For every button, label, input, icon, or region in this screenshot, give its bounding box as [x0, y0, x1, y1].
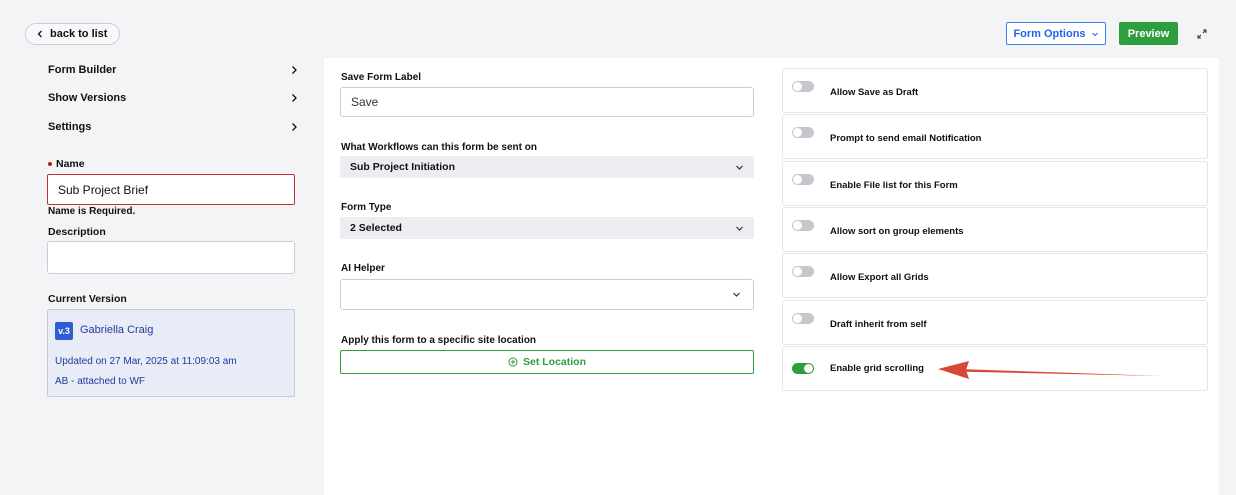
name-field[interactable]: Sub Project Brief: [47, 174, 295, 205]
form-type-select-value: 2 Selected: [350, 222, 402, 234]
chevron-down-icon: [736, 165, 743, 170]
workflows-select[interactable]: Sub Project Initiation: [340, 156, 754, 178]
required-indicator: [48, 161, 52, 166]
form-options-button[interactable]: Form Options: [1006, 22, 1106, 45]
option-row-allow-save-as-draft: Allow Save as Draft: [782, 68, 1208, 113]
version-updated-text: Updated on 27 Mar, 2025 at 11:09:03 am: [55, 356, 237, 367]
back-to-list-button[interactable]: back to list: [25, 23, 121, 45]
form-type-select[interactable]: 2 Selected: [340, 217, 754, 239]
save-form-label-title: Save Form Label: [341, 72, 422, 83]
ai-helper-title: AI Helper: [341, 263, 385, 274]
left-panel: Form Builder Show Versions Settings Name…: [38, 58, 308, 495]
target-icon: [508, 357, 518, 367]
location-title: Apply this form to a specific site locat…: [341, 335, 537, 346]
workflows-title: What Workflows can this form be sent on: [341, 142, 537, 153]
draft-inherit-toggle[interactable]: [792, 313, 814, 324]
chevron-right-icon: [292, 123, 297, 131]
allow-save-as-draft-toggle[interactable]: [792, 81, 814, 92]
chevron-down-icon: [1091, 32, 1098, 36]
save-form-label-value: Save: [351, 95, 379, 109]
toggle-knob: [793, 221, 802, 230]
annotation-arrow-icon: [938, 361, 1163, 379]
toggle-knob: [793, 128, 802, 137]
nav-item-form-builder[interactable]: Form Builder: [48, 61, 298, 79]
description-field[interactable]: [47, 241, 295, 274]
chevron-right-icon: [292, 66, 297, 74]
option-label: Allow sort on group elements: [830, 226, 964, 237]
current-version-label: Current Version: [48, 293, 127, 305]
option-label: Prompt to send email Notification: [830, 133, 982, 144]
prompt-email-notification-toggle[interactable]: [792, 127, 814, 138]
allow-export-grids-toggle[interactable]: [792, 266, 814, 277]
toggle-knob: [793, 82, 802, 91]
nav-item-label: Show Versions: [48, 92, 127, 104]
name-field-value: Sub Project Brief: [58, 182, 149, 197]
option-label: Enable grid scrolling: [830, 363, 924, 374]
option-row-draft-inherit: Draft inherit from self: [782, 300, 1208, 345]
back-to-list-label: back to list: [50, 28, 108, 40]
chevron-left-icon: [37, 30, 42, 38]
name-label-text: Name: [56, 158, 85, 170]
toggle-knob: [804, 364, 813, 373]
current-version-card: v.3 Gabriella Craig Updated on 27 Mar, 2…: [47, 309, 295, 397]
option-row-prompt-email: Prompt to send email Notification: [782, 114, 1208, 159]
allow-sort-group-toggle[interactable]: [792, 220, 814, 231]
chevron-down-icon: [733, 292, 740, 297]
chevron-right-icon: [292, 94, 297, 102]
version-badge: v.3: [55, 322, 73, 340]
form-options-label: Form Options: [1013, 27, 1086, 40]
name-error-message: Name is Required.: [48, 206, 136, 217]
nav-item-settings[interactable]: Settings: [48, 118, 298, 136]
workflows-select-value: Sub Project Initiation: [350, 161, 456, 173]
option-label: Enable File list for this Form: [830, 180, 958, 191]
toggle-knob: [793, 267, 802, 276]
chevron-down-icon: [736, 226, 743, 231]
nav-item-label: Form Builder: [48, 64, 117, 76]
nav-item-show-versions[interactable]: Show Versions: [48, 89, 298, 107]
option-row-file-list: Enable File list for this Form: [782, 161, 1208, 206]
ai-helper-select[interactable]: [340, 279, 754, 310]
enable-grid-scrolling-toggle[interactable]: [792, 363, 814, 374]
description-label: Description: [48, 226, 106, 238]
expand-icon[interactable]: [1196, 28, 1208, 40]
option-label: Draft inherit from self: [830, 319, 927, 330]
preview-button[interactable]: Preview: [1119, 22, 1178, 45]
nav-item-label: Settings: [48, 121, 92, 133]
option-row-sort-group: Allow sort on group elements: [782, 207, 1208, 252]
save-form-label-input[interactable]: Save: [340, 87, 754, 117]
enable-file-list-toggle[interactable]: [792, 174, 814, 185]
set-location-button[interactable]: Set Location: [340, 350, 754, 374]
option-label: Allow Export all Grids: [830, 272, 929, 283]
version-author: Gabriella Craig: [80, 324, 154, 336]
toggle-knob: [793, 175, 802, 184]
set-location-label: Set Location: [522, 356, 586, 368]
version-note: AB - attached to WF: [55, 376, 146, 387]
form-type-title: Form Type: [341, 202, 392, 213]
toggle-knob: [793, 314, 802, 323]
option-label: Allow Save as Draft: [830, 87, 919, 98]
option-row-export-grids: Allow Export all Grids: [782, 253, 1208, 298]
main-panel: Save Form Label Save What Workflows can …: [324, 58, 1219, 495]
name-label: Name: [48, 158, 85, 170]
